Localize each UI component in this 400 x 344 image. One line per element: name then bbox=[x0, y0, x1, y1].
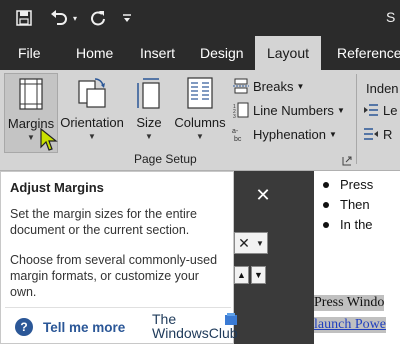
tooltip-divider bbox=[5, 307, 231, 308]
save-icon[interactable] bbox=[12, 6, 36, 30]
chevron-down-icon: ▼ bbox=[196, 132, 204, 141]
ribbon-tabs: File Home Insert Design Layout Reference… bbox=[0, 36, 400, 70]
mouse-cursor-icon bbox=[40, 127, 58, 152]
size-icon bbox=[137, 77, 161, 109]
tab-design[interactable]: Design bbox=[200, 36, 244, 70]
columns-button[interactable]: Columns ▼ bbox=[172, 73, 228, 151]
chevron-down-icon: ▼ bbox=[255, 238, 264, 248]
tab-references[interactable]: References bbox=[337, 36, 400, 70]
tell-me-more-label: Tell me more bbox=[43, 319, 126, 335]
tooltip-details: Choose from several commonly-used margin… bbox=[10, 253, 218, 299]
breaks-button[interactable]: Breaks ▼ bbox=[232, 75, 304, 97]
tooltip-description: Set the margin sizes for the entire docu… bbox=[10, 207, 197, 237]
svg-text:bc: bc bbox=[234, 136, 242, 142]
pane-navigation: ▲ ▼ bbox=[234, 266, 266, 284]
hyphenation-button[interactable]: a-bc Hyphenation ▼ bbox=[232, 123, 337, 145]
indent-left-icon bbox=[362, 101, 380, 119]
chevron-down-icon: ▼ bbox=[145, 132, 153, 141]
list-item: Then bbox=[323, 197, 370, 212]
list-item-text: In the bbox=[340, 217, 373, 232]
pane-dropdown[interactable]: ✕ ▼ bbox=[234, 232, 268, 254]
list-item-text: Then bbox=[340, 197, 370, 212]
indent-left-label: Le bbox=[383, 102, 398, 118]
orientation-icon bbox=[77, 77, 107, 109]
dialog-launcher-icon[interactable] bbox=[342, 153, 352, 166]
columns-icon bbox=[187, 77, 213, 109]
hyphenation-label: Hyphenation bbox=[253, 126, 326, 142]
orientation-label: Orientation bbox=[60, 115, 124, 130]
title-bar: ▾ S bbox=[0, 0, 400, 36]
page-setup-group-label: Page Setup bbox=[134, 152, 197, 166]
margins-icon bbox=[17, 78, 45, 110]
list-item: In the bbox=[323, 217, 373, 232]
tell-me-more-link[interactable]: ? Tell me more bbox=[15, 318, 125, 336]
indent-heading: Inden bbox=[366, 80, 399, 96]
indent-right-icon bbox=[362, 125, 380, 143]
indent-left-field[interactable]: Le bbox=[362, 99, 397, 121]
chevron-down-icon: ▼ bbox=[336, 105, 345, 115]
breaks-icon bbox=[232, 77, 250, 95]
redo-icon[interactable] bbox=[88, 6, 108, 30]
line-numbers-button[interactable]: 123 Line Numbers ▼ bbox=[232, 99, 345, 121]
breaks-label: Breaks bbox=[253, 78, 294, 94]
next-arrow-icon[interactable]: ▼ bbox=[251, 266, 266, 284]
size-button[interactable]: Size ▼ bbox=[130, 73, 168, 151]
watermark-logo-icon bbox=[224, 312, 238, 326]
svg-text:3: 3 bbox=[233, 114, 236, 118]
tab-home[interactable]: Home bbox=[76, 36, 113, 70]
delete-icon: ✕ bbox=[238, 234, 250, 251]
group-separator bbox=[356, 74, 357, 164]
undo-icon[interactable] bbox=[48, 6, 70, 30]
indent-right-field[interactable]: R bbox=[362, 123, 392, 145]
list-item-text: Press bbox=[340, 177, 374, 192]
window-title: S bbox=[386, 9, 396, 25]
columns-label: Columns bbox=[174, 115, 226, 130]
hyphenation-icon: a-bc bbox=[232, 125, 250, 143]
size-label: Size bbox=[136, 115, 162, 130]
chevron-down-icon: ▼ bbox=[329, 129, 337, 139]
help-icon: ? bbox=[15, 318, 33, 336]
tab-insert[interactable]: Insert bbox=[140, 36, 175, 70]
customize-toolbar-icon[interactable] bbox=[120, 6, 134, 30]
chevron-down-icon: ▼ bbox=[296, 81, 305, 91]
watermark-line2: WindowsClub bbox=[152, 325, 238, 341]
close-icon[interactable]: ✕ bbox=[254, 186, 272, 204]
indent-right-label: R bbox=[383, 126, 393, 142]
line-numbers-label: Line Numbers bbox=[253, 102, 334, 118]
tab-file[interactable]: File bbox=[18, 36, 41, 70]
list-item: Press bbox=[323, 177, 374, 192]
document-text-line: Press Windo bbox=[314, 295, 385, 311]
tab-layout[interactable]: Layout bbox=[255, 36, 321, 70]
chevron-down-icon: ▼ bbox=[88, 132, 96, 141]
orientation-button[interactable]: Orientation ▼ bbox=[58, 73, 126, 151]
line-numbers-icon: 123 bbox=[232, 101, 250, 119]
previous-arrow-icon[interactable]: ▲ bbox=[234, 266, 249, 284]
document-link[interactable]: launch Powe bbox=[314, 317, 386, 333]
chevron-down-icon[interactable]: ▾ bbox=[70, 6, 80, 30]
document-page[interactable]: Press Then In the Press Windo launch Pow… bbox=[314, 171, 400, 344]
tooltip-title: Adjust Margins bbox=[10, 180, 104, 195]
svg-text:a-: a- bbox=[232, 128, 239, 135]
